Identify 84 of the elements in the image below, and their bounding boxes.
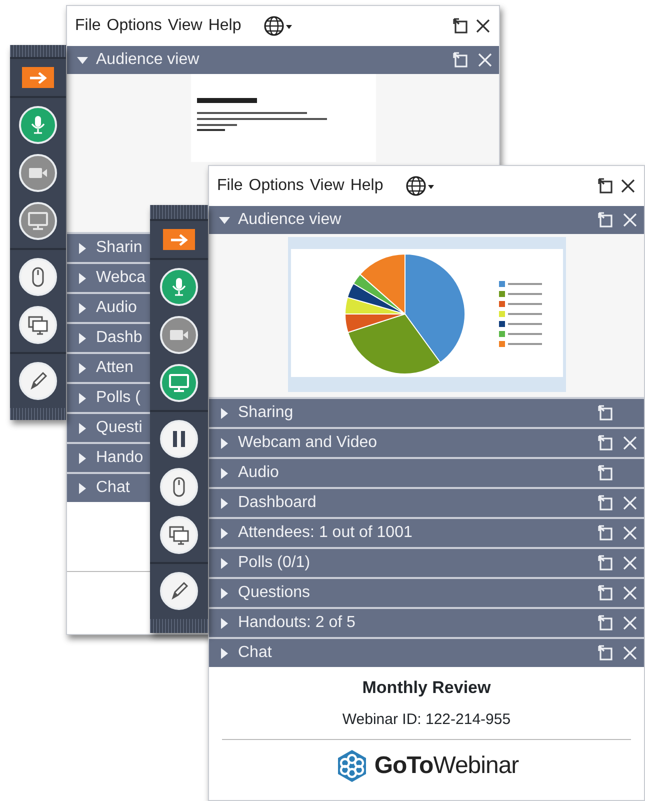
expand-icon[interactable] bbox=[77, 482, 88, 494]
section-title[interactable]: Sharing bbox=[238, 401, 294, 425]
arrow-icon bbox=[169, 232, 189, 246]
section-title[interactable]: Chat bbox=[96, 476, 130, 500]
monitor-icon bbox=[168, 372, 190, 394]
expand-icon[interactable] bbox=[77, 242, 88, 254]
section-title[interactable]: Dashboard bbox=[238, 491, 316, 515]
expand-icon[interactable] bbox=[219, 558, 230, 568]
expand-icon[interactable] bbox=[77, 302, 88, 314]
expand-icon[interactable] bbox=[219, 588, 230, 598]
expand-icon[interactable] bbox=[219, 408, 230, 418]
screen-share-button[interactable] bbox=[19, 202, 57, 240]
menu-item[interactable]: File bbox=[217, 174, 243, 198]
screens-icon bbox=[168, 524, 190, 546]
monitor-icon bbox=[27, 210, 49, 232]
webinar-title: Monthly Review bbox=[362, 677, 491, 699]
keyboard-mouse-button[interactable] bbox=[19, 258, 57, 296]
screens-icon bbox=[27, 314, 49, 336]
section-title[interactable]: Audio bbox=[96, 296, 137, 320]
menu-item[interactable]: Help bbox=[350, 174, 384, 198]
arrow-icon bbox=[28, 70, 48, 84]
expand-icon[interactable] bbox=[219, 498, 230, 508]
language-button[interactable] bbox=[263, 15, 294, 37]
expand-icon[interactable] bbox=[77, 452, 88, 464]
grip-handle[interactable] bbox=[150, 619, 208, 633]
close-icon[interactable] bbox=[475, 18, 491, 34]
webinar-id: Webinar ID: 122-214-955 bbox=[342, 710, 511, 730]
language-button[interactable] bbox=[405, 175, 436, 197]
grip-handle[interactable] bbox=[10, 45, 66, 57]
collapse-icon[interactable] bbox=[77, 54, 88, 66]
expand-icon[interactable] bbox=[77, 392, 88, 404]
expand-icon[interactable] bbox=[77, 422, 88, 434]
menu-item[interactable]: Options bbox=[248, 174, 304, 198]
drawing-tools-button[interactable] bbox=[19, 362, 57, 400]
section-title[interactable]: Atten bbox=[96, 356, 134, 380]
section-title[interactable]: Dashb bbox=[96, 326, 142, 350]
popout-icon[interactable] bbox=[598, 178, 614, 194]
section-title[interactable]: Chat bbox=[238, 641, 272, 665]
show-panel-button[interactable] bbox=[163, 229, 195, 250]
expand-icon[interactable] bbox=[219, 468, 230, 478]
webcam-button[interactable] bbox=[19, 154, 57, 192]
expand-icon[interactable] bbox=[219, 438, 230, 448]
menu-item[interactable]: File bbox=[75, 14, 101, 38]
section-title[interactable]: Audio bbox=[238, 461, 279, 485]
section-title[interactable]: Handouts: 2 of 5 bbox=[238, 611, 356, 635]
section-title[interactable]: Questions bbox=[238, 581, 310, 605]
drawing-tools-button[interactable] bbox=[160, 572, 198, 610]
microphone-button[interactable] bbox=[160, 268, 198, 306]
menu-item[interactable]: Options bbox=[106, 14, 162, 38]
screens-button[interactable] bbox=[19, 306, 57, 344]
popout-icon[interactable] bbox=[453, 18, 469, 34]
section-title[interactable]: Audience view bbox=[96, 48, 200, 72]
section-title[interactable]: Polls (0/1) bbox=[238, 551, 310, 575]
section-title[interactable]: Polls ( bbox=[96, 386, 140, 410]
expand-icon[interactable] bbox=[219, 648, 230, 658]
microphone-button[interactable] bbox=[19, 106, 57, 144]
menu-item[interactable]: View bbox=[310, 174, 344, 198]
section-title[interactable]: Questi bbox=[96, 416, 142, 440]
collapse-icon[interactable] bbox=[219, 214, 230, 226]
section-title[interactable]: Sharin bbox=[96, 236, 142, 260]
expand-icon[interactable] bbox=[219, 528, 230, 538]
webcam-button[interactable] bbox=[160, 316, 198, 354]
screen-share-button[interactable] bbox=[160, 364, 198, 402]
expand-icon[interactable] bbox=[77, 362, 88, 374]
grip-handle[interactable] bbox=[150, 205, 208, 219]
section-title[interactable]: Webcam and Video bbox=[238, 431, 378, 455]
section-title[interactable]: Hando bbox=[96, 446, 144, 470]
expand-icon[interactable] bbox=[219, 618, 230, 628]
globe-icon bbox=[263, 15, 294, 37]
close-icon[interactable] bbox=[620, 178, 636, 194]
screens-button[interactable] bbox=[160, 516, 198, 554]
keyboard-mouse-button[interactable] bbox=[160, 468, 198, 506]
globe-icon bbox=[405, 175, 436, 197]
show-panel-button[interactable] bbox=[22, 67, 54, 88]
expand-icon[interactable] bbox=[77, 272, 88, 284]
pause-button[interactable] bbox=[160, 420, 198, 458]
expand-icon[interactable] bbox=[77, 332, 88, 344]
menu-item[interactable]: View bbox=[168, 14, 202, 38]
grip-handle[interactable] bbox=[10, 408, 66, 420]
section-title[interactable]: Audience view bbox=[238, 208, 342, 232]
menu-item[interactable]: Help bbox=[208, 14, 242, 38]
section-title[interactable]: Attendees: 1 out of 1001 bbox=[238, 521, 412, 545]
section-title[interactable]: Webca bbox=[96, 266, 146, 290]
brand-name: GoToWebinar bbox=[374, 751, 519, 781]
